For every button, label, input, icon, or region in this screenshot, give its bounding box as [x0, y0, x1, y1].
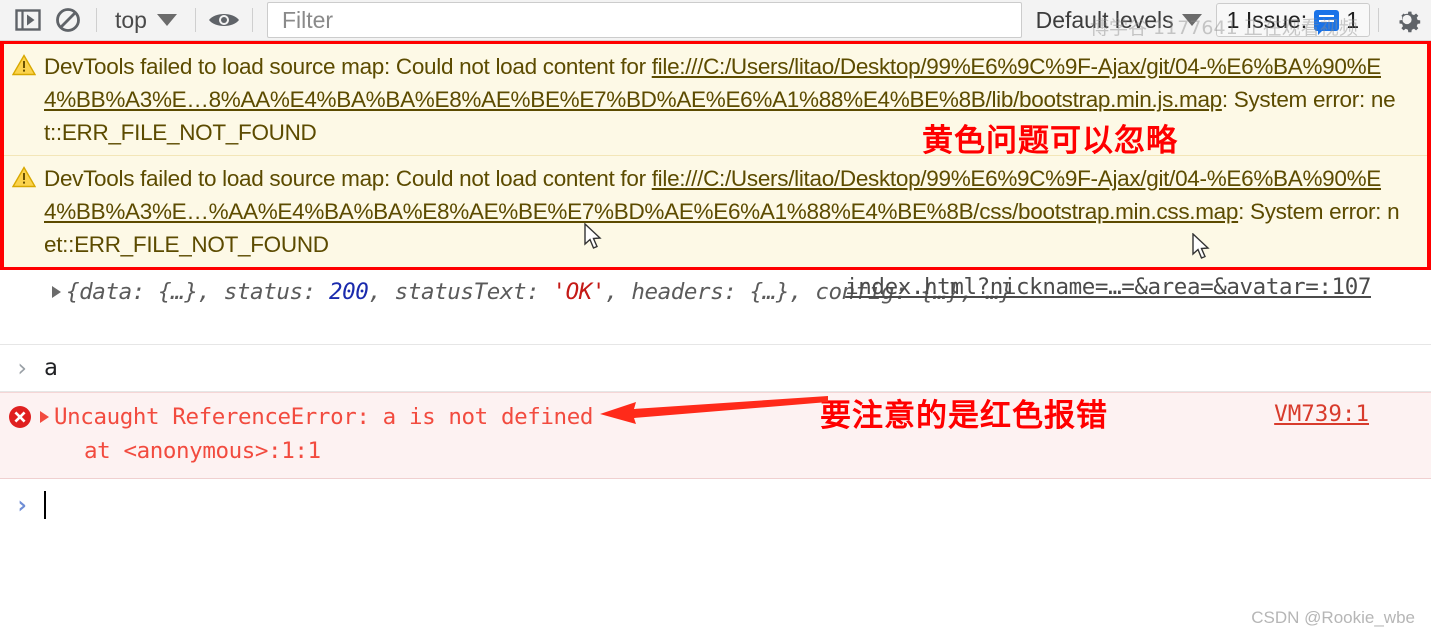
log-levels-selector[interactable]: Default levels [1028, 7, 1210, 34]
log-levels-label: Default levels [1035, 6, 1174, 33]
console-warning-row[interactable]: DevTools failed to load source map: Coul… [4, 44, 1427, 156]
object-part1: {data: {…}, status: [66, 279, 329, 305]
object-source-link[interactable]: index.html?nickname=…=&area=&avatar=:107 [845, 274, 1371, 300]
warning-prefix: DevTools failed to load source map: Coul… [44, 166, 652, 191]
annotation-arrow-icon [600, 396, 828, 424]
warning-triangle-icon-svg [12, 166, 36, 188]
error-source-link[interactable]: VM739:1 [1274, 401, 1369, 427]
annotation-yellow-note: 黄色问题可以忽略 [922, 123, 1178, 159]
annotation-red-note: 要注意的是红色报错 [820, 398, 1108, 434]
error-line-2: at <anonymous>:1:1 [84, 438, 321, 464]
object-statustext-value: 'OK' [552, 279, 606, 305]
object-part2: , statusText: [368, 279, 553, 305]
toolbar-divider-1 [96, 8, 97, 32]
issues-badge[interactable]: 1 Issue: 1 [1215, 3, 1370, 37]
error-circle-icon [0, 400, 40, 468]
issues-count: 1 [1346, 6, 1359, 33]
console-warning-row[interactable]: DevTools failed to load source map: Coul… [4, 156, 1427, 267]
gear-icon[interactable] [1387, 1, 1427, 39]
console-object-result-row[interactable]: index.html?nickname=…=&area=&avatar=:107… [0, 270, 1431, 345]
issue-message-icon [1314, 9, 1340, 35]
console-prompt-row[interactable]: › [0, 479, 1431, 531]
execution-context-selector[interactable]: top [105, 5, 187, 35]
error-line-1: Uncaught ReferenceError: a is not define… [54, 404, 593, 430]
execution-context-label: top [115, 6, 147, 33]
toolbar-divider-3 [251, 8, 253, 32]
filter-box[interactable] [266, 2, 1022, 38]
clear-console-icon[interactable] [48, 1, 88, 39]
issues-label: 1 Issue: [1226, 6, 1308, 33]
devtools-console-toolbar: top Default levels 1 Issue: 1 博学谷 117764… [0, 0, 1431, 41]
console-user-input-text: a [44, 355, 58, 381]
expand-triangle-icon[interactable] [52, 286, 61, 298]
bottom-watermark: CSDN @Rookie_wbe [1251, 608, 1415, 627]
object-status-value: 200 [328, 279, 369, 305]
gear-icon-svg [1399, 11, 1421, 33]
chevron-down-icon [156, 14, 177, 26]
prompt-chevron-icon: › [14, 354, 30, 382]
warning-triangle-icon [4, 162, 44, 261]
error-circle-icon-svg [9, 406, 31, 428]
text-caret [44, 491, 46, 519]
toolbar-divider-4 [1378, 8, 1379, 32]
eye-icon-svg [208, 14, 239, 26]
chevron-down-icon [1181, 14, 1202, 26]
console-message-list: DevTools failed to load source map: Coul… [0, 41, 1431, 636]
warning-triangle-icon [4, 50, 44, 149]
warning-triangle-icon-svg [12, 54, 36, 76]
warning-highlight-box: DevTools failed to load source map: Coul… [0, 41, 1431, 270]
console-user-input-row[interactable]: › a [0, 345, 1431, 392]
eye-icon[interactable] [204, 1, 244, 39]
toolbar-divider-2 [194, 8, 196, 32]
clear-console-icon-svg [56, 8, 80, 32]
warning-message-text: DevTools failed to load source map: Coul… [44, 162, 1427, 261]
prompt-chevron-icon: › [14, 491, 30, 519]
sidebar-play-icon[interactable] [8, 1, 48, 39]
sidebar-play-icon-svg [15, 9, 41, 31]
warning-prefix: DevTools failed to load source map: Coul… [44, 54, 652, 79]
warning-message-text: DevTools failed to load source map: Coul… [44, 50, 1427, 149]
search-input[interactable] [279, 5, 1009, 35]
expand-triangle-icon[interactable] [40, 411, 49, 423]
